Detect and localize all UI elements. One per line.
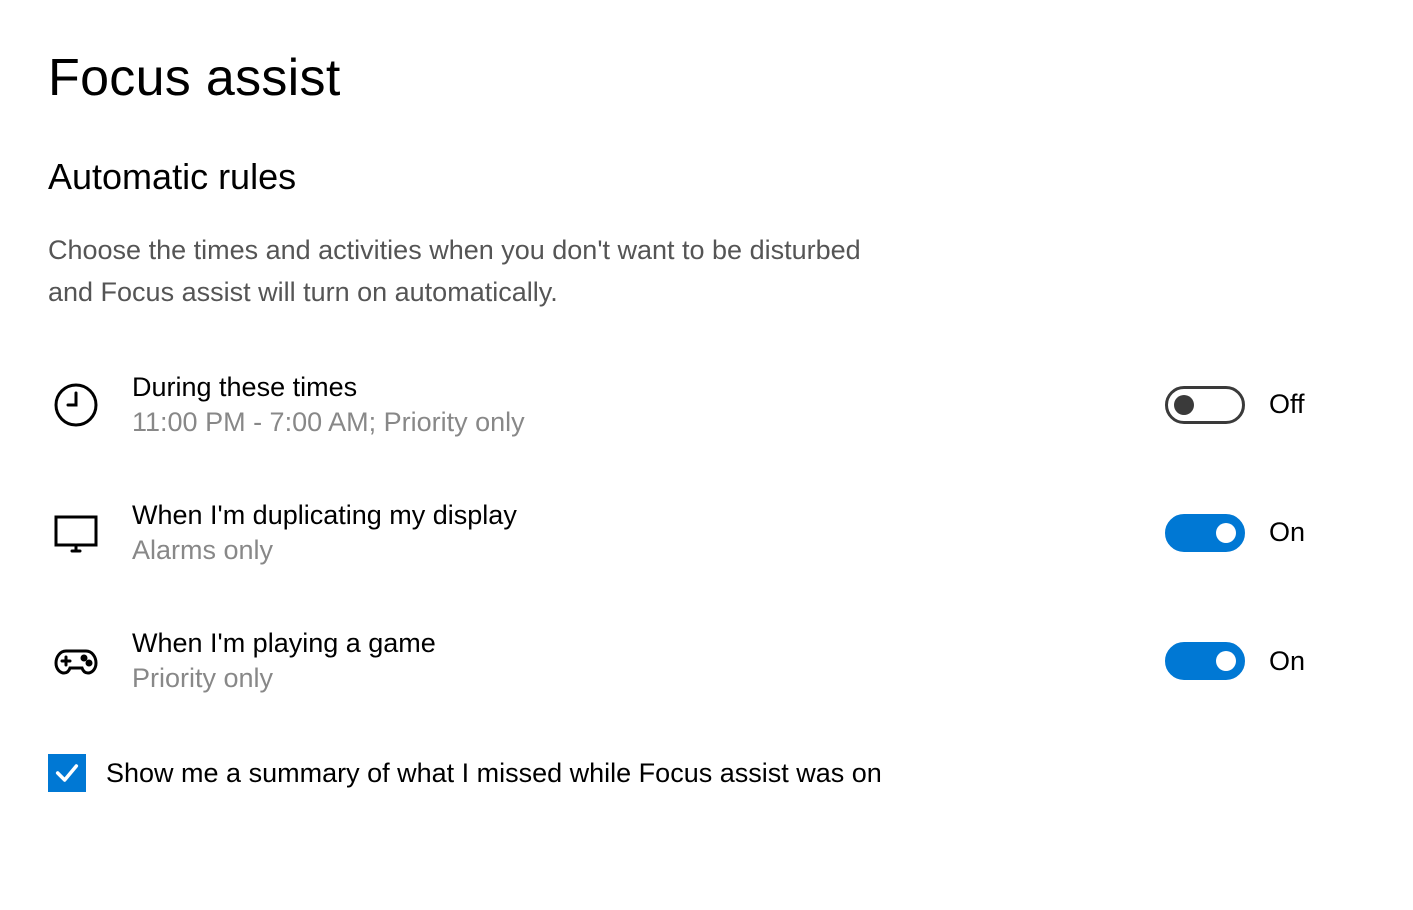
section-description: Choose the times and activities when you… (48, 230, 868, 314)
rule-playing-game[interactable]: When I'm playing a game Priority only On (48, 626, 1365, 696)
section-heading-automatic-rules: Automatic rules (48, 156, 1365, 198)
toggle-duplicating-display[interactable] (1165, 514, 1245, 552)
rule-during-these-times[interactable]: During these times 11:00 PM - 7:00 AM; P… (48, 370, 1365, 440)
rule-title: When I'm duplicating my display (132, 498, 1165, 533)
rule-title: When I'm playing a game (132, 626, 1165, 661)
toggle-label: On (1269, 517, 1305, 548)
toggle-label: On (1269, 646, 1305, 677)
rule-subtitle: Priority only (132, 661, 1165, 696)
summary-checkbox-label: Show me a summary of what I missed while… (106, 758, 882, 789)
rule-title: During these times (132, 370, 1165, 405)
page-title: Focus assist (48, 48, 1365, 108)
rule-subtitle: 11:00 PM - 7:00 AM; Priority only (132, 405, 1165, 440)
rule-duplicating-display[interactable]: When I'm duplicating my display Alarms o… (48, 498, 1365, 568)
toggle-playing-game[interactable] (1165, 642, 1245, 680)
summary-checkbox-row: Show me a summary of what I missed while… (48, 754, 1365, 792)
gamepad-icon (48, 633, 104, 689)
toggle-label: Off (1269, 389, 1305, 420)
summary-checkbox[interactable] (48, 754, 86, 792)
toggle-during-these-times[interactable] (1165, 386, 1245, 424)
monitor-icon (48, 505, 104, 561)
rule-subtitle: Alarms only (132, 533, 1165, 568)
clock-icon (48, 377, 104, 433)
